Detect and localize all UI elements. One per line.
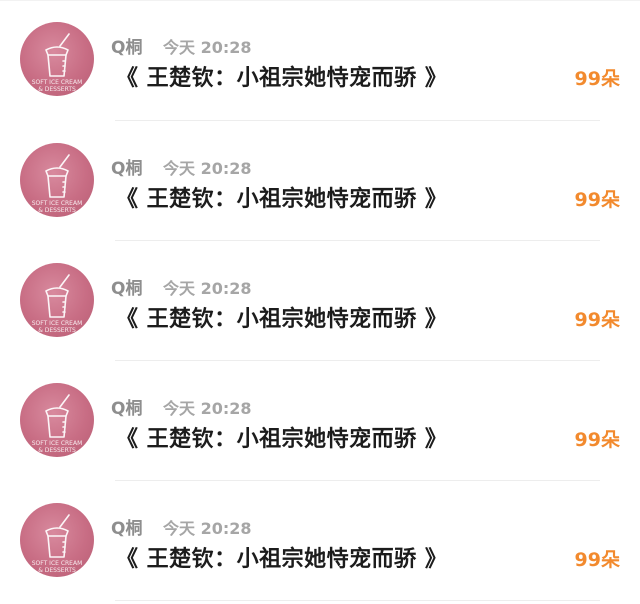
ice-cream-cup-icon: SOFT ICE CREAM & DESSERTS [32, 33, 83, 93]
svg-text:SOFT ICE CREAM: SOFT ICE CREAM [32, 440, 83, 447]
svg-text:SOFT ICE CREAM: SOFT ICE CREAM [32, 79, 83, 86]
timestamp: 今天 20:28 [163, 38, 252, 57]
svg-text:SOFT ICE CREAM: SOFT ICE CREAM [32, 320, 83, 327]
post-title[interactable]: 《 王楚钦：小祖宗她恃宠而骄 》 [116, 301, 447, 333]
svg-text:SOFT ICE CREAM: SOFT ICE CREAM [32, 200, 83, 207]
svg-text:SOFT ICE CREAM: SOFT ICE CREAM [32, 560, 83, 567]
flower-count: 99朵 [574, 429, 620, 451]
username[interactable]: Q桐 [111, 274, 142, 299]
svg-text:& DESSERTS: & DESSERTS [38, 327, 76, 334]
flower-count: 99朵 [574, 68, 620, 90]
post-title[interactable]: 《 王楚钦：小祖宗她恃宠而骄 》 [116, 421, 447, 453]
avatar[interactable]: SOFT ICE CREAM & DESSERTS [20, 263, 94, 337]
svg-text:& DESSERTS: & DESSERTS [38, 207, 76, 214]
avatar[interactable]: SOFT ICE CREAM & DESSERTS [20, 503, 94, 577]
avatar[interactable]: SOFT ICE CREAM & DESSERTS [20, 383, 94, 457]
svg-text:& DESSERTS: & DESSERTS [38, 447, 76, 454]
flower-count: 99朵 [574, 189, 620, 211]
ice-cream-cup-icon: SOFT ICE CREAM & DESSERTS [32, 154, 83, 214]
timestamp: 今天 20:28 [163, 519, 252, 538]
post-title[interactable]: 《 王楚钦：小祖宗她恃宠而骄 》 [116, 60, 447, 92]
ice-cream-cup-icon: SOFT ICE CREAM & DESSERTS [32, 514, 83, 574]
avatar[interactable]: SOFT ICE CREAM & DESSERTS [20, 22, 94, 96]
svg-text:& DESSERTS: & DESSERTS [38, 86, 76, 93]
divider [0, 0, 640, 1]
list-item[interactable]: SOFT ICE CREAM & DESSERTS Q桐 今天 20:28 《 … [0, 361, 640, 481]
timestamp: 今天 20:28 [163, 279, 252, 298]
timestamp: 今天 20:28 [163, 159, 252, 178]
comment-list: SOFT ICE CREAM & DESSERTS Q桐 今天 20:28 《 … [0, 0, 640, 601]
post-title[interactable]: 《 王楚钦：小祖宗她恃宠而骄 》 [116, 541, 447, 573]
avatar[interactable]: SOFT ICE CREAM & DESSERTS [20, 143, 94, 217]
username[interactable]: Q桐 [111, 514, 142, 539]
ice-cream-cup-icon: SOFT ICE CREAM & DESSERTS [32, 394, 83, 454]
username[interactable]: Q桐 [111, 394, 142, 419]
list-item[interactable]: SOFT ICE CREAM & DESSERTS Q桐 今天 20:28 《 … [0, 481, 640, 601]
username[interactable]: Q桐 [111, 154, 142, 179]
list-item[interactable]: SOFT ICE CREAM & DESSERTS Q桐 今天 20:28 《 … [0, 0, 640, 121]
flower-count: 99朵 [574, 549, 620, 571]
list-item[interactable]: SOFT ICE CREAM & DESSERTS Q桐 今天 20:28 《 … [0, 121, 640, 241]
ice-cream-cup-icon: SOFT ICE CREAM & DESSERTS [32, 274, 83, 334]
divider [115, 600, 600, 601]
username[interactable]: Q桐 [111, 33, 142, 58]
svg-text:& DESSERTS: & DESSERTS [38, 567, 76, 574]
post-title[interactable]: 《 王楚钦：小祖宗她恃宠而骄 》 [116, 181, 447, 213]
list-item[interactable]: SOFT ICE CREAM & DESSERTS Q桐 今天 20:28 《 … [0, 241, 640, 361]
flower-count: 99朵 [574, 309, 620, 331]
timestamp: 今天 20:28 [163, 399, 252, 418]
